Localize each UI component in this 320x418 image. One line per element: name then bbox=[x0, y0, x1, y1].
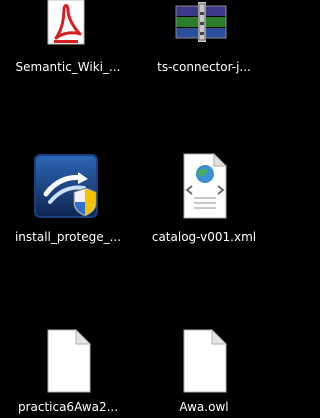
desktop-icon-label: install_protege_... bbox=[14, 230, 122, 244]
desktop-icon-label: Awa.owl bbox=[179, 400, 229, 414]
desktop-icon-label: Semantic_Wiki_... bbox=[15, 60, 121, 74]
desktop-icon-semantic-wiki[interactable]: Semantic_Wiki_... bbox=[0, 0, 136, 80]
xml-document-icon bbox=[183, 152, 228, 219]
desktop-icon-install-protege[interactable]: install_protege_... bbox=[0, 150, 136, 244]
pdf-document-icon bbox=[47, 0, 85, 45]
installer-icon bbox=[34, 154, 98, 218]
desktop-icon-ts-connector[interactable]: ts-connector-j... bbox=[136, 0, 272, 80]
desktop-icon-label: ts-connector-j... bbox=[157, 60, 251, 74]
desktop-icon-label: catalog-v001.xml bbox=[151, 230, 257, 244]
desktop-icon-catalog-xml[interactable]: catalog-v001.xml bbox=[136, 150, 272, 244]
desktop: Semantic_Wiki_... ts-connector-j... inst… bbox=[0, 0, 271, 418]
blank-document-icon bbox=[47, 328, 92, 393]
desktop-icon-label: practica6Awa2... bbox=[17, 400, 119, 414]
desktop-icon-awa-owl[interactable]: Awa.owl bbox=[136, 328, 272, 414]
desktop-icon-practica6awa2[interactable]: practica6Awa2... bbox=[0, 328, 136, 414]
archive-icon bbox=[175, 2, 227, 42]
blank-document-icon bbox=[183, 328, 228, 393]
